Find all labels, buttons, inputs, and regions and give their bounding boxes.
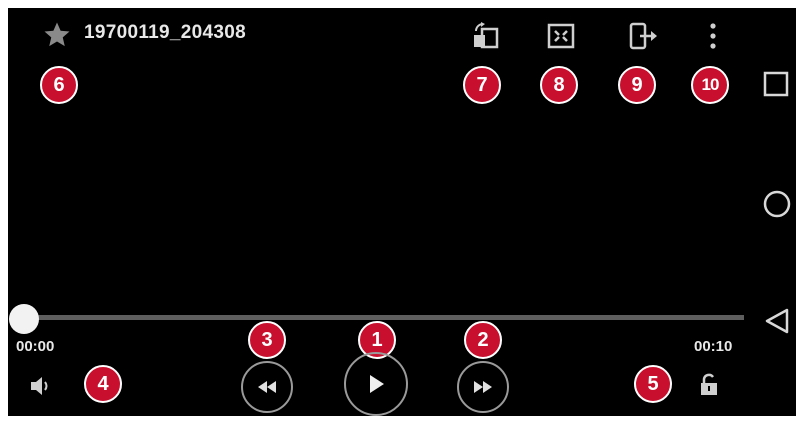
rotate-screen-icon[interactable]: [470, 21, 502, 51]
fit-screen-icon[interactable]: [546, 21, 576, 51]
seek-bar-thumb[interactable]: [9, 304, 39, 334]
star-icon[interactable]: [42, 20, 72, 50]
fast-forward-button[interactable]: [457, 361, 509, 413]
total-time: 00:10: [694, 338, 733, 355]
circle-icon[interactable]: [762, 189, 792, 219]
play-icon: [370, 375, 384, 393]
callout-9: 9: [618, 66, 656, 104]
seek-bar-track[interactable]: [18, 315, 744, 320]
share-device-icon[interactable]: [627, 21, 661, 51]
current-time: 00:00: [16, 338, 55, 355]
square-icon[interactable]: [762, 70, 790, 98]
triangle-back-icon[interactable]: [762, 306, 792, 336]
volume-icon[interactable]: [28, 374, 54, 398]
rewind-icon: [258, 381, 276, 393]
fast-forward-icon: [474, 381, 492, 393]
rewind-button[interactable]: [241, 361, 293, 413]
callout-3: 3: [248, 321, 286, 359]
callout-7: 7: [463, 66, 501, 104]
callout-5: 5: [634, 365, 672, 403]
callout-8: 8: [540, 66, 578, 104]
callout-4: 4: [84, 365, 122, 403]
callout-2: 2: [464, 321, 502, 359]
more-vertical-icon[interactable]: [705, 21, 721, 51]
video-title: 19700119_204308: [84, 22, 246, 43]
unlock-icon[interactable]: [698, 372, 722, 398]
play-button[interactable]: [344, 352, 408, 416]
callout-6: 6: [40, 66, 78, 104]
callout-10: 10: [691, 66, 729, 104]
